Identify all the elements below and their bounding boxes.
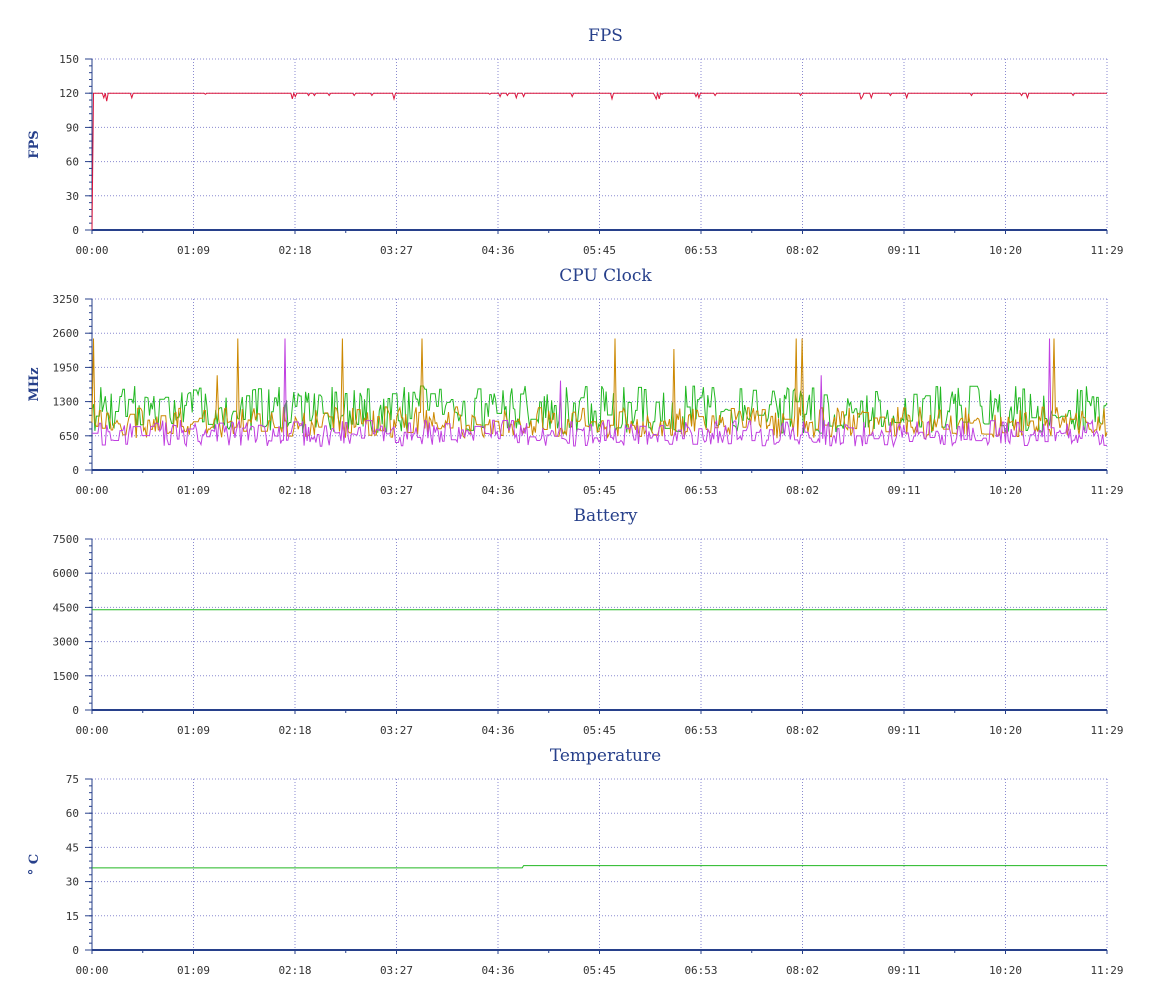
- cpu-y-tick-label: 650: [59, 430, 79, 443]
- fps-grid: [92, 58, 1108, 230]
- battery-chart: Battery 0 1500 3000 4500 6000 7500 00:00 01:09 02…: [53, 506, 1124, 737]
- fps-x-tick-label: 08:02: [786, 244, 819, 257]
- fps-x-tick-label: 10:20: [989, 244, 1022, 257]
- cpu-grid: [92, 298, 1108, 470]
- battery-y-tick-label: 1500: [53, 670, 80, 683]
- cpu-x-tick-label: 08:02: [786, 484, 819, 497]
- fps-x-tick-label: 09:11: [887, 244, 920, 257]
- fps-x-tick-label: 04:36: [481, 244, 514, 257]
- temperature-x-tick-label: 02:18: [278, 964, 311, 977]
- battery-y-tick-label: 3000: [53, 636, 80, 649]
- battery-y-tick-label: 6000: [53, 567, 80, 580]
- fps-x-tick-label: 00:00: [75, 244, 108, 257]
- fps-y-tick-label: 150: [59, 53, 79, 66]
- battery-x-tick-label: 10:20: [989, 724, 1022, 737]
- cpu-x-tick-label: 03:27: [380, 484, 413, 497]
- battery-x-tick-label: 05:45: [583, 724, 616, 737]
- cpu-x-tick-label: 05:45: [583, 484, 616, 497]
- cpu-x-tick-label: 09:11: [887, 484, 920, 497]
- battery-y-tick-label: 0: [72, 704, 79, 717]
- fps-x-tick-label: 06:53: [684, 244, 717, 257]
- battery-x-tick-label: 06:53: [684, 724, 717, 737]
- fps-x-tick-label: 03:27: [380, 244, 413, 257]
- fps-x-tick-label: 05:45: [583, 244, 616, 257]
- fps-x-tick-label: 01:09: [177, 244, 210, 257]
- cpu-x-tick-label: 04:36: [481, 484, 514, 497]
- cpu-y-axis-label: MHz: [27, 367, 42, 401]
- cpu-x-tick-label: 11:29: [1090, 484, 1123, 497]
- battery-x-tick-label: 03:27: [380, 724, 413, 737]
- fps-x-tick-label: 02:18: [278, 244, 311, 257]
- cpu-y-tick-label: 1950: [53, 361, 80, 374]
- battery-x-tick-label: 11:29: [1090, 724, 1123, 737]
- cpu-y-tick-label: 1300: [53, 396, 80, 409]
- cpu-y-tick-label: 2600: [53, 327, 80, 340]
- cpu-y-tick-label: 0: [72, 464, 79, 477]
- temperature-x-tick-label: 08:02: [786, 964, 819, 977]
- cpu-x-tick-label: 00:00: [75, 484, 108, 497]
- temperature-x-tick-label: 09:11: [887, 964, 920, 977]
- temperature-y-tick-label: 60: [66, 807, 79, 820]
- temperature-x-tick-label: 11:29: [1090, 964, 1123, 977]
- temperature-x-tick-label: 04:36: [481, 964, 514, 977]
- fps-x-tick-label: 11:29: [1090, 244, 1123, 257]
- cpu-x-tick-label: 10:20: [989, 484, 1022, 497]
- cpu-x-tick-label: 02:18: [278, 484, 311, 497]
- temperature-y-tick-label: 0: [72, 944, 79, 957]
- temperature-y-tick-label: 45: [66, 841, 79, 854]
- temperature-chart: Temperature ° C 0 15 30 45 60 75 00:00 01:09 02:18…: [27, 746, 1124, 977]
- cpu-x-tick-label: 01:09: [177, 484, 210, 497]
- fps-title: FPS: [588, 26, 623, 46]
- temperature-y-tick-label: 75: [66, 773, 79, 786]
- temperature-x-tick-label: 01:09: [177, 964, 210, 977]
- fps-y-tick-label: 90: [66, 121, 79, 134]
- fps-y-tick-label: 0: [72, 224, 79, 237]
- battery-x-tick-label: 04:36: [481, 724, 514, 737]
- battery-x-tick-label: 08:02: [786, 724, 819, 737]
- battery-x-tick-label: 02:18: [278, 724, 311, 737]
- temperature-title: Temperature: [550, 746, 661, 766]
- fps-y-axis-label: FPS: [27, 130, 42, 158]
- fps-y-tick-label: 120: [59, 87, 79, 100]
- battery-x-tick-label: 09:11: [887, 724, 920, 737]
- battery-grid: [92, 538, 1108, 710]
- cpu-x-tick-label: 06:53: [684, 484, 717, 497]
- cpu-chart: CPU Clock MHz 0 650 1300 1950 2600 3250 00:00 01:…: [27, 266, 1124, 497]
- fps-y-tick-label: 60: [66, 156, 79, 169]
- temperature-x-tick-label: 00:00: [75, 964, 108, 977]
- battery-title: Battery: [573, 506, 637, 526]
- fps-chart: FPS FPS 0 30 60 90 120 150 00:00 01:09 02:18 03:27 0…: [27, 26, 1124, 257]
- temperature-y-tick-label: 15: [66, 910, 79, 923]
- cpu-y-tick-label: 3250: [53, 293, 80, 306]
- fps-y-tick-label: 30: [66, 190, 79, 203]
- temperature-y-tick-label: 30: [66, 876, 79, 889]
- battery-x-tick-label: 00:00: [75, 724, 108, 737]
- temperature-x-tick-label: 06:53: [684, 964, 717, 977]
- battery-x-tick-label: 01:09: [177, 724, 210, 737]
- temperature-y-axis-label: ° C: [27, 854, 42, 875]
- cpu-title: CPU Clock: [559, 266, 652, 286]
- battery-y-tick-label: 7500: [53, 533, 80, 546]
- temperature-x-tick-label: 03:27: [380, 964, 413, 977]
- battery-y-tick-label: 4500: [53, 601, 80, 614]
- charts-canvas: FPSFPS030609012015000:00 01:09 02:18 03:27 0…: [27, 26, 1124, 977]
- temperature-x-tick-label: 10:20: [989, 964, 1022, 977]
- temperature-grid: [92, 778, 1108, 950]
- temperature-x-tick-label: 05:45: [583, 964, 616, 977]
